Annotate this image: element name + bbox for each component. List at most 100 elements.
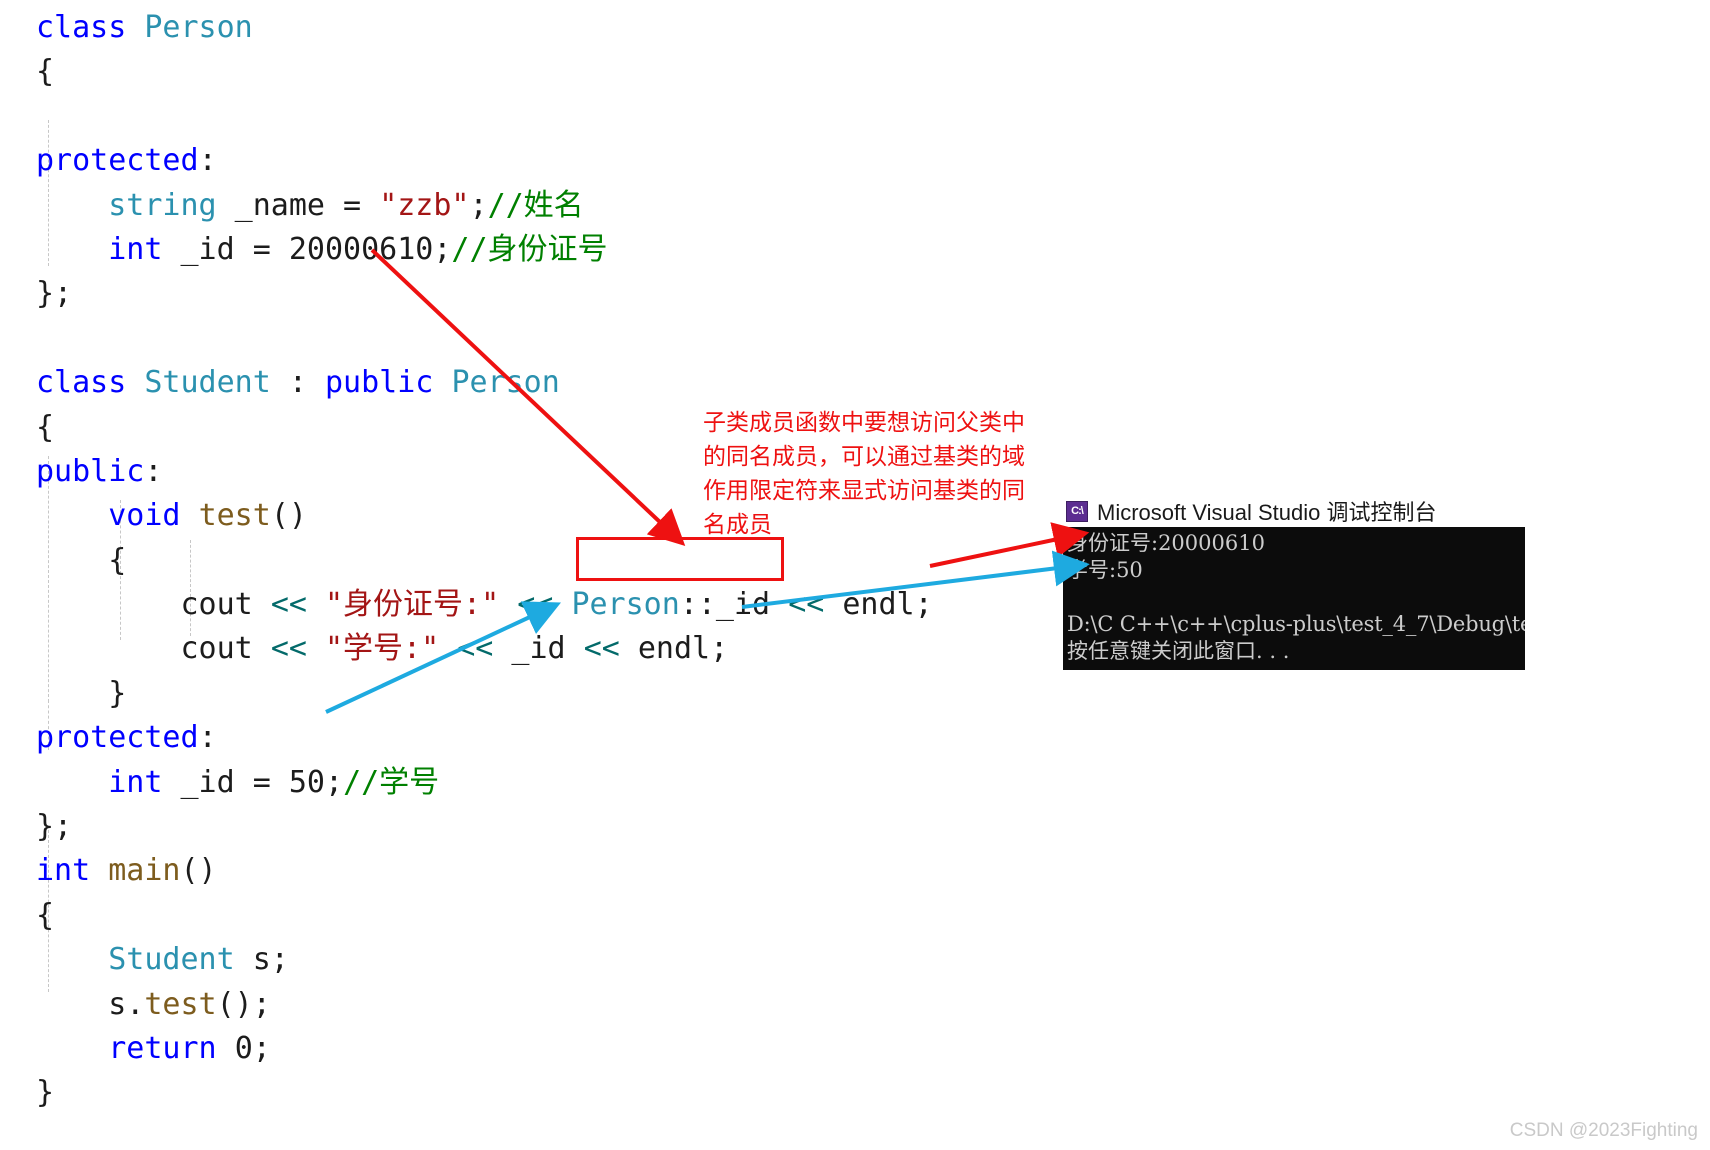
code-token: Student (108, 942, 235, 978)
code-token: }; (36, 809, 73, 845)
code-token: _id (493, 631, 584, 667)
code-token: : (198, 143, 217, 179)
code-token: _id = 20000610; (162, 231, 452, 267)
code-line: cout << "学号:" << _id << endl; (36, 627, 1136, 671)
code-token: //姓名 (487, 187, 584, 223)
code-token: << (583, 631, 620, 667)
code-line: s.test(); (36, 983, 1136, 1027)
console-cmd-icon: C:\ (1066, 500, 1088, 522)
code-token: << (270, 631, 307, 667)
code-line: int _id = 50;//学号 (36, 761, 1136, 805)
person-scope-highlight-box (576, 537, 784, 581)
code-line: protected: (36, 139, 1136, 183)
code-token: _id = 50; (162, 764, 344, 800)
code-token: "学号:" (325, 631, 440, 667)
code-token: Person (571, 587, 680, 623)
code-line: }; (36, 272, 1136, 316)
code-token: main (108, 853, 181, 889)
code-token: "身份证号:" (325, 587, 500, 623)
code-token: s. (36, 986, 145, 1022)
code-token: () (180, 853, 217, 889)
code-token: int (108, 231, 163, 267)
code-token: ; (469, 187, 488, 223)
code-token: //学号 (343, 764, 440, 800)
code-line: { (36, 50, 1136, 94)
code-token: test (198, 498, 271, 534)
code-token: string (108, 187, 217, 223)
code-line: return 0; (36, 1027, 1136, 1071)
code-token: { (36, 54, 55, 90)
code-token: (); (216, 986, 271, 1022)
code-line: } (36, 672, 1136, 716)
code-line: Student s; (36, 938, 1136, 982)
code-token: //身份证号 (451, 231, 608, 267)
code-token: endl; (619, 631, 729, 667)
code-token: class (36, 10, 145, 45)
code-line: { (36, 894, 1136, 938)
code-token: public (325, 365, 452, 401)
code-token: } (36, 675, 127, 711)
code-token: 0; (234, 1030, 271, 1066)
code-token: { (36, 542, 127, 578)
console-line: 身份证号:20000610 (1067, 531, 1265, 555)
code-token: } (36, 1075, 55, 1111)
console-title-text: Microsoft Visual Studio 调试控制台 (1097, 500, 1437, 525)
code-token: Person (451, 365, 560, 401)
code-line: int _id = 20000610;//身份证号 (36, 228, 1136, 272)
code-token: << (788, 587, 825, 623)
code-token: int (36, 853, 109, 889)
code-token: void (108, 498, 199, 534)
code-token: protected (36, 143, 199, 179)
code-token: << (457, 631, 494, 667)
code-token: class (36, 365, 145, 401)
code-line: } (36, 1071, 1136, 1115)
code-token: << (270, 587, 307, 623)
code-token: () (270, 498, 307, 534)
code-line: int main() (36, 849, 1136, 893)
code-token: : (144, 453, 163, 489)
annotation-note: 子类成员函数中要想访问父类中 的同名成员，可以通过基类的域 作用限定符来显式访问… (703, 410, 1025, 538)
code-token: { (36, 409, 55, 445)
code-token: int (108, 764, 163, 800)
visual-studio-console-window[interactable]: C:\ Microsoft Visual Studio 调试控制台 身份证号:2… (1063, 495, 1525, 670)
code-token: : (270, 365, 325, 401)
code-token: test (144, 986, 217, 1022)
code-token: protected (36, 720, 199, 756)
console-line: D:\C C++\c++\cplus-plus\test_4_7\Debug\t… (1067, 612, 1525, 636)
console-output: 身份证号:20000610 学号:50 D:\C C++\c++\cplus-pl… (1063, 527, 1525, 670)
code-line: class Student : public Person (36, 361, 1136, 405)
code-token: public (36, 453, 145, 489)
code-token: s; (234, 942, 289, 978)
code-token: : (198, 720, 217, 756)
code-line: protected: (36, 716, 1136, 760)
code-token: ::_id (679, 587, 771, 623)
code-line: }; (36, 805, 1136, 849)
code-token: << (517, 587, 554, 623)
code-token: Person (144, 10, 253, 45)
code-line: cout << "身份证号:" << Person::_id << endl; (36, 583, 1136, 627)
code-token: Student (144, 365, 271, 401)
console-titlebar: C:\ Microsoft Visual Studio 调试控制台 (1063, 495, 1525, 527)
code-token: endl; (824, 587, 933, 623)
console-line: 按任意键关闭此窗口. . . (1067, 639, 1290, 663)
code-token: cout (36, 587, 271, 623)
code-token: _name = (216, 187, 380, 223)
code-token: }; (36, 276, 73, 312)
code-line: string _name = "zzb";//姓名 (36, 184, 1136, 228)
code-token: { (36, 897, 55, 933)
console-line: 学号:50 (1067, 558, 1143, 582)
